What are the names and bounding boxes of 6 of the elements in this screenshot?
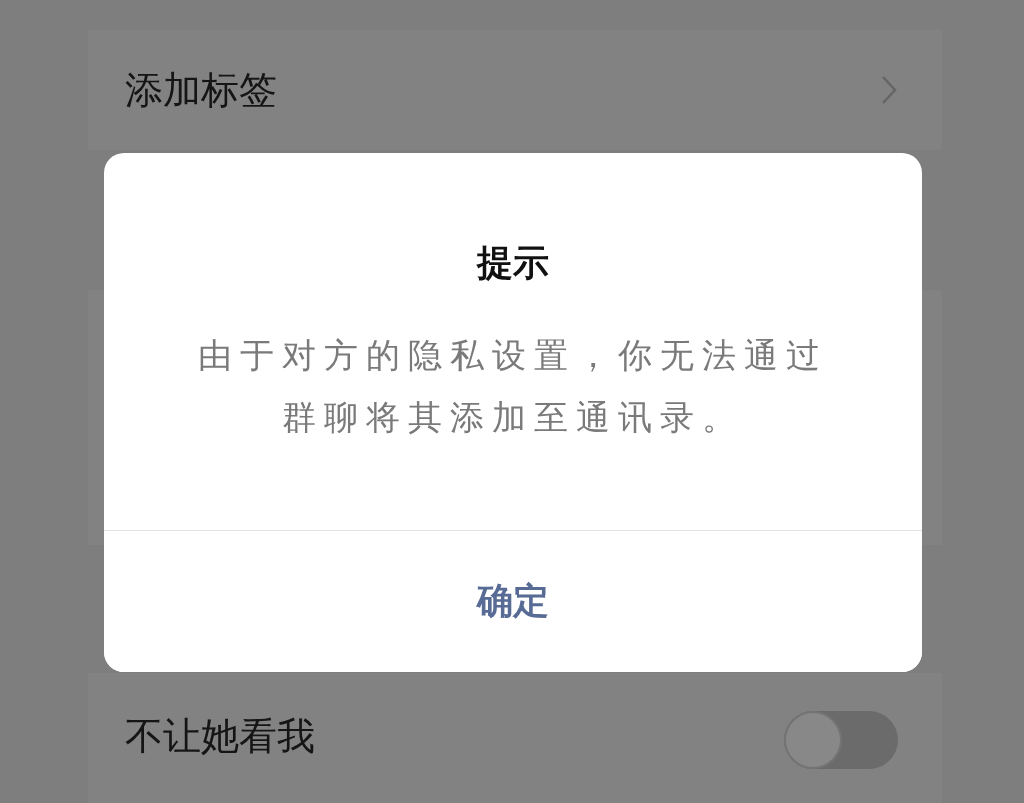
- dialog-title: 提示: [477, 241, 549, 285]
- row-label: 添加标签: [125, 66, 277, 114]
- tag-row[interactable]: 添加标签: [88, 30, 942, 150]
- row-label: 不让她看我: [125, 713, 315, 760]
- chevron-right-icon: [880, 74, 898, 106]
- dialog-message: 由于对方的隐私设置，你无法通过群聊将其添加至通讯录。: [197, 334, 829, 439]
